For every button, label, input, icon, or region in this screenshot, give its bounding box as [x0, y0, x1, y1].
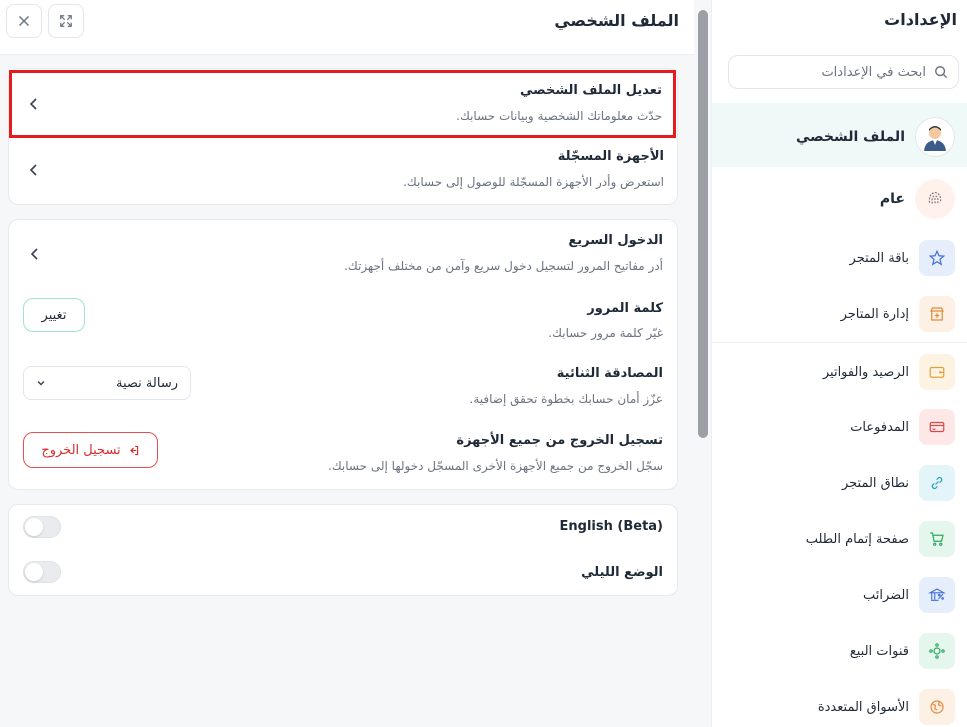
toggle-knob — [25, 563, 43, 581]
sidebar-divider — [712, 342, 967, 343]
search-input[interactable] — [746, 64, 926, 80]
dark-mode-label: الوضع الليلي — [581, 565, 663, 580]
edit-profile-row[interactable]: تعديل الملف الشخصي حدّث معلوماتك الشخصية… — [9, 70, 676, 138]
main-scrollbar[interactable] — [698, 10, 708, 438]
page-title: الملف الشخصي — [554, 11, 679, 30]
logout-label: تسجيل الخروج — [41, 442, 121, 458]
close-button[interactable] — [6, 4, 42, 38]
sidebar-item-store-plan[interactable]: باقة المتجر — [723, 238, 955, 278]
settings-sidebar: الإعدادات الملف الشخصي عام باقة المتجر — [711, 0, 967, 727]
sidebar-item-balance-invoices[interactable]: الرصيد والفواتير — [723, 352, 955, 392]
tax-icon — [919, 577, 955, 613]
profile-panel: الملف الشخصي تعديل الملف الشخصي حدّث معل… — [0, 0, 694, 727]
expand-icon — [60, 15, 72, 27]
chevron-left-icon — [29, 98, 37, 110]
logout-icon — [129, 445, 138, 455]
sidebar-item-label: باقة المتجر — [849, 250, 909, 266]
search-icon — [935, 66, 948, 79]
two-factor-select[interactable]: رسالة نصية — [23, 366, 191, 400]
sidebar-item-label: إدارة المتاجر — [840, 306, 909, 322]
two-factor-desc: عزّز أمان حسابك بخطوة تحقق إضافية. — [469, 392, 663, 406]
preferences-card: English (Beta) الوضع الليلي — [8, 504, 678, 596]
sidebar-item-label: الضرائب — [862, 587, 909, 603]
panel-header: الملف الشخصي — [0, 0, 694, 55]
settings-search[interactable] — [728, 55, 959, 89]
expand-button[interactable] — [48, 4, 84, 38]
logout-all-button[interactable]: تسجيل الخروج — [23, 432, 158, 468]
two-factor-selected-value: رسالة نصية — [116, 375, 178, 391]
sidebar-item-store-domain[interactable]: نطاق المتجر — [723, 463, 955, 503]
sidebar-item-checkout-page[interactable]: صفحة إتمام الطلب — [723, 519, 955, 559]
store-manage-icon — [919, 296, 955, 332]
link-icon — [919, 465, 955, 501]
chevron-left-icon — [29, 164, 37, 176]
logout-all-desc: سجّل الخروج من جميع الأجهزة الأخرى المسج… — [328, 459, 663, 473]
security-card: الدخول السريع أدر مفاتيح المرور لتسجيل د… — [8, 219, 678, 490]
password-title: كلمة المرور — [587, 301, 663, 316]
sidebar-item-label: قنوات البيع — [849, 643, 909, 659]
sidebar-title: الإعدادات — [884, 10, 957, 29]
star-icon — [919, 240, 955, 276]
chevron-down-icon — [37, 381, 45, 386]
logout-all-title: تسجيل الخروج من جميع الأجهزة — [456, 433, 663, 448]
sidebar-item-multi-markets[interactable]: الأسواق المتعددة — [723, 687, 955, 727]
close-icon — [19, 16, 29, 26]
registered-devices-title: الأجهزة المسجّلة — [557, 149, 664, 164]
sidebar-item-sales-channels[interactable]: قنوات البيع — [723, 631, 955, 671]
fingerprint-icon — [915, 179, 955, 219]
toggle-knob — [25, 518, 43, 536]
card-icon — [919, 409, 955, 445]
sidebar-item-label: نطاق المتجر — [841, 475, 909, 491]
profile-avatar-icon — [915, 117, 955, 157]
globe-icon — [919, 689, 955, 725]
password-desc: غيّر كلمة مرور حسابك. — [548, 326, 663, 340]
dark-mode-toggle[interactable] — [23, 561, 61, 583]
sidebar-item-label: المدفوعات — [850, 419, 909, 435]
sidebar-item-label: عام — [879, 191, 905, 207]
sidebar-item-store-management[interactable]: إدارة المتاجر — [723, 294, 955, 334]
wallet-icon — [919, 354, 955, 390]
english-language-label: English (Beta) — [559, 519, 663, 534]
quick-login-desc: أدر مفاتيح المرور لتسجيل دخول سريع وآمن … — [344, 259, 663, 273]
sidebar-item-general[interactable]: عام — [723, 179, 955, 219]
sidebar-item-label: صفحة إتمام الطلب — [805, 531, 909, 547]
edit-profile-desc: حدّث معلوماتك الشخصية وبيانات حسابك. — [456, 109, 662, 123]
quick-login-title: الدخول السريع — [568, 233, 663, 248]
registered-devices-desc: استعرض وأدر الأجهزة المسجّلة للوصول إلى … — [403, 175, 664, 189]
channels-icon — [919, 633, 955, 669]
cart-icon — [919, 521, 955, 557]
sidebar-item-taxes[interactable]: الضرائب — [723, 575, 955, 615]
two-factor-title: المصادقة الثنائية — [556, 366, 663, 381]
sidebar-item-profile[interactable]: الملف الشخصي — [723, 117, 955, 157]
edit-profile-title: تعديل الملف الشخصي — [519, 83, 662, 98]
chevron-left-icon — [30, 248, 38, 260]
sidebar-item-label: الرصيد والفواتير — [822, 364, 909, 380]
sidebar-item-payments[interactable]: المدفوعات — [723, 407, 955, 447]
english-language-toggle[interactable] — [23, 516, 61, 538]
sidebar-item-label: الأسواق المتعددة — [817, 699, 909, 715]
registered-devices-row[interactable]: الأجهزة المسجّلة استعرض وأدر الأجهزة الم… — [8, 139, 678, 205]
change-password-button[interactable]: تغيير — [23, 298, 85, 332]
sidebar-item-label: الملف الشخصي — [795, 129, 905, 145]
